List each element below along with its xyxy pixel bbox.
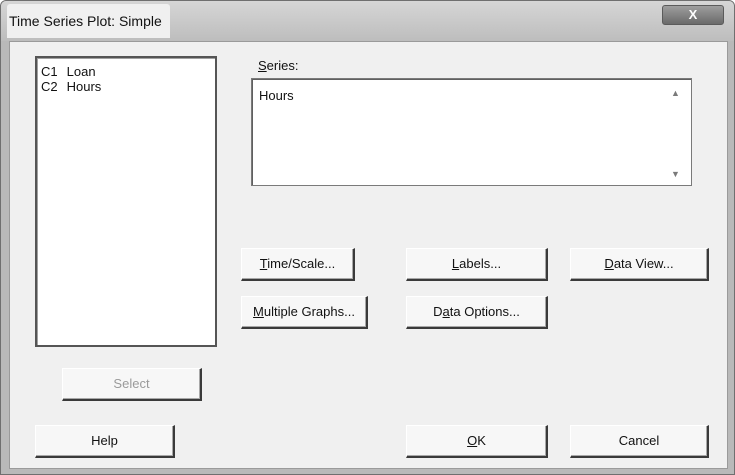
column-list[interactable]: C1 Loan C2 Hours — [35, 56, 217, 347]
select-button[interactable]: Select — [62, 368, 202, 401]
list-item-column-id: C1 — [41, 64, 58, 79]
scroll-down-icon[interactable]: ▼ — [671, 169, 680, 179]
list-item-column-name: Loan — [66, 64, 96, 79]
scroll-up-icon[interactable]: ▲ — [671, 88, 680, 98]
help-button[interactable]: Help — [35, 425, 175, 458]
series-label: Series: — [258, 58, 299, 73]
labels-button[interactable]: Labels... — [406, 248, 548, 281]
ok-button[interactable]: OK — [406, 425, 548, 458]
dialog-client-area: C1 Loan C2 Hours Series: Hours ▲ ▼ Time/… — [9, 41, 728, 469]
list-item[interactable]: C1 Loan — [41, 65, 96, 79]
window-title: Time Series Plot: Simple — [7, 4, 170, 38]
dialog-window: Time Series Plot: Simple X C1 Loan C2 Ho… — [0, 0, 735, 475]
multiple-graphs-button[interactable]: Multiple Graphs... — [241, 296, 368, 329]
title-bar: Time Series Plot: Simple X — [1, 1, 734, 41]
cancel-button[interactable]: Cancel — [570, 425, 709, 458]
list-item-column-id: C2 — [41, 79, 58, 94]
series-input-value: Hours — [259, 88, 294, 103]
data-view-button[interactable]: Data View... — [570, 248, 709, 281]
data-options-button[interactable]: Data Options... — [406, 296, 548, 329]
close-button[interactable]: X — [662, 5, 724, 25]
series-input[interactable]: Hours ▲ ▼ — [251, 78, 692, 186]
list-item[interactable]: C2 Hours — [41, 80, 101, 94]
time-scale-button[interactable]: Time/Scale... — [241, 248, 355, 281]
list-item-column-name: Hours — [66, 79, 102, 94]
